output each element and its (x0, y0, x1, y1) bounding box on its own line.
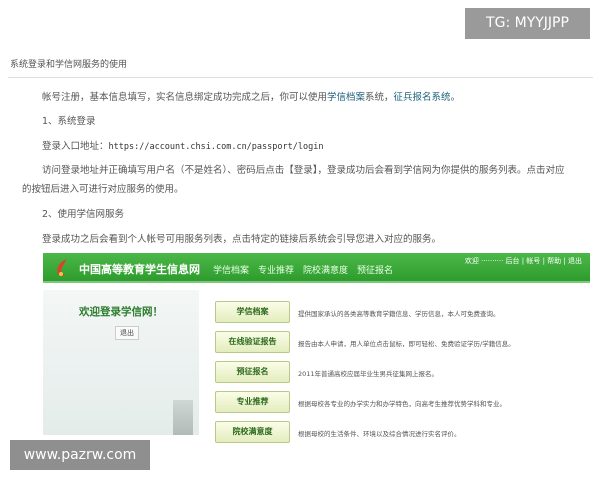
intro-mid: 系统， (365, 92, 394, 103)
major-recommend-button[interactable]: 专业推荐 (215, 391, 290, 413)
welcome-panel: 欢迎登录学信网！ 退出 (43, 290, 199, 435)
pre-enlistment-button[interactable]: 预征报名 (215, 361, 290, 383)
login-label: 登录入口地址： (42, 141, 109, 152)
service-description: 根据母校各专业的办学实力和办学特色，向高考生推荐优势学科和专业。 (298, 400, 506, 408)
intro-end: 。 (450, 92, 461, 103)
intro-text: 帐号注册，基本信息填写，实名信息绑定成功完成之后，你可以使用 (42, 92, 328, 103)
welcome-heading: 欢迎登录学信网！ (79, 306, 163, 318)
chsi-logo-icon (57, 259, 67, 277)
divider (8, 77, 593, 78)
site-banner: 中国高等教育学生信息网 学信档案 专业推荐 院校满意度 预征报名 欢迎 ····… (43, 253, 590, 283)
xuexin-archive-link[interactable]: 学信档案 (327, 92, 365, 103)
service-description: 提供国家承认的各类高等教育学籍信息、学历信息，本人可免费查询。 (298, 310, 500, 318)
service-description: 报告由本人申请，用人单位点击鼠标，即可轻松、免费验证学历/学籍信息。 (298, 340, 515, 348)
nav-major-recommend[interactable]: 专业推荐 (258, 263, 294, 276)
logout-button[interactable]: 退出 (115, 326, 139, 340)
watermark-bottom: www.pazrw.com (10, 440, 150, 470)
heading-services: 2、使用学信网服务 (42, 209, 125, 220)
login-url[interactable]: https://account.chsi.com.cn/passport/log… (109, 142, 324, 152)
satisfaction-button[interactable]: 院校满意度 (215, 421, 290, 443)
conscription-link[interactable]: 征兵报名系统 (394, 92, 451, 103)
nav-pre-enlistment[interactable]: 预征报名 (357, 263, 393, 276)
section-title: 系统登录和学信网服务的使用 (10, 60, 128, 70)
service-description: 2011年普通高校应届毕业生男兵征集网上报名。 (298, 370, 439, 378)
intro-paragraph: 帐号注册，基本信息填写，实名信息绑定成功完成之后，你可以使用学信档案系统，征兵报… (42, 89, 460, 103)
heading-login: 1、系统登录 (42, 116, 96, 127)
online-verify-button[interactable]: 在线验证报告 (215, 331, 290, 353)
watermark-top: TG: MYYJJPP (465, 8, 590, 39)
service-description: 根据母校的生活条件、环境以及综合情况进行实名评价。 (298, 430, 461, 438)
nav-xuexin-archive[interactable]: 学信档案 (213, 263, 249, 276)
user-links[interactable]: 欢迎 ·········· 后台 | 帐号 | 帮助 | 退出 (465, 256, 582, 266)
service-desc: 登录成功之后会看到个人帐号可用服务列表，点击特定的链接后系统会引导您进入对应的服… (42, 234, 442, 245)
login-desc-line1: 访问登录地址并正确填写用户名（不是姓名）、密码后点击【登录】，登录成功后会看到学… (42, 165, 565, 176)
site-name[interactable]: 中国高等教育学生信息网 (79, 261, 200, 277)
nav-satisfaction[interactable]: 院校满意度 (303, 263, 348, 276)
xuexin-archive-button[interactable]: 学信档案 (215, 301, 290, 323)
building-image (173, 400, 193, 435)
login-address: 登录入口地址：https://account.chsi.com.cn/passp… (42, 138, 323, 152)
login-desc-line2: 的按钮后进入可进行对应服务的使用。 (22, 184, 184, 195)
